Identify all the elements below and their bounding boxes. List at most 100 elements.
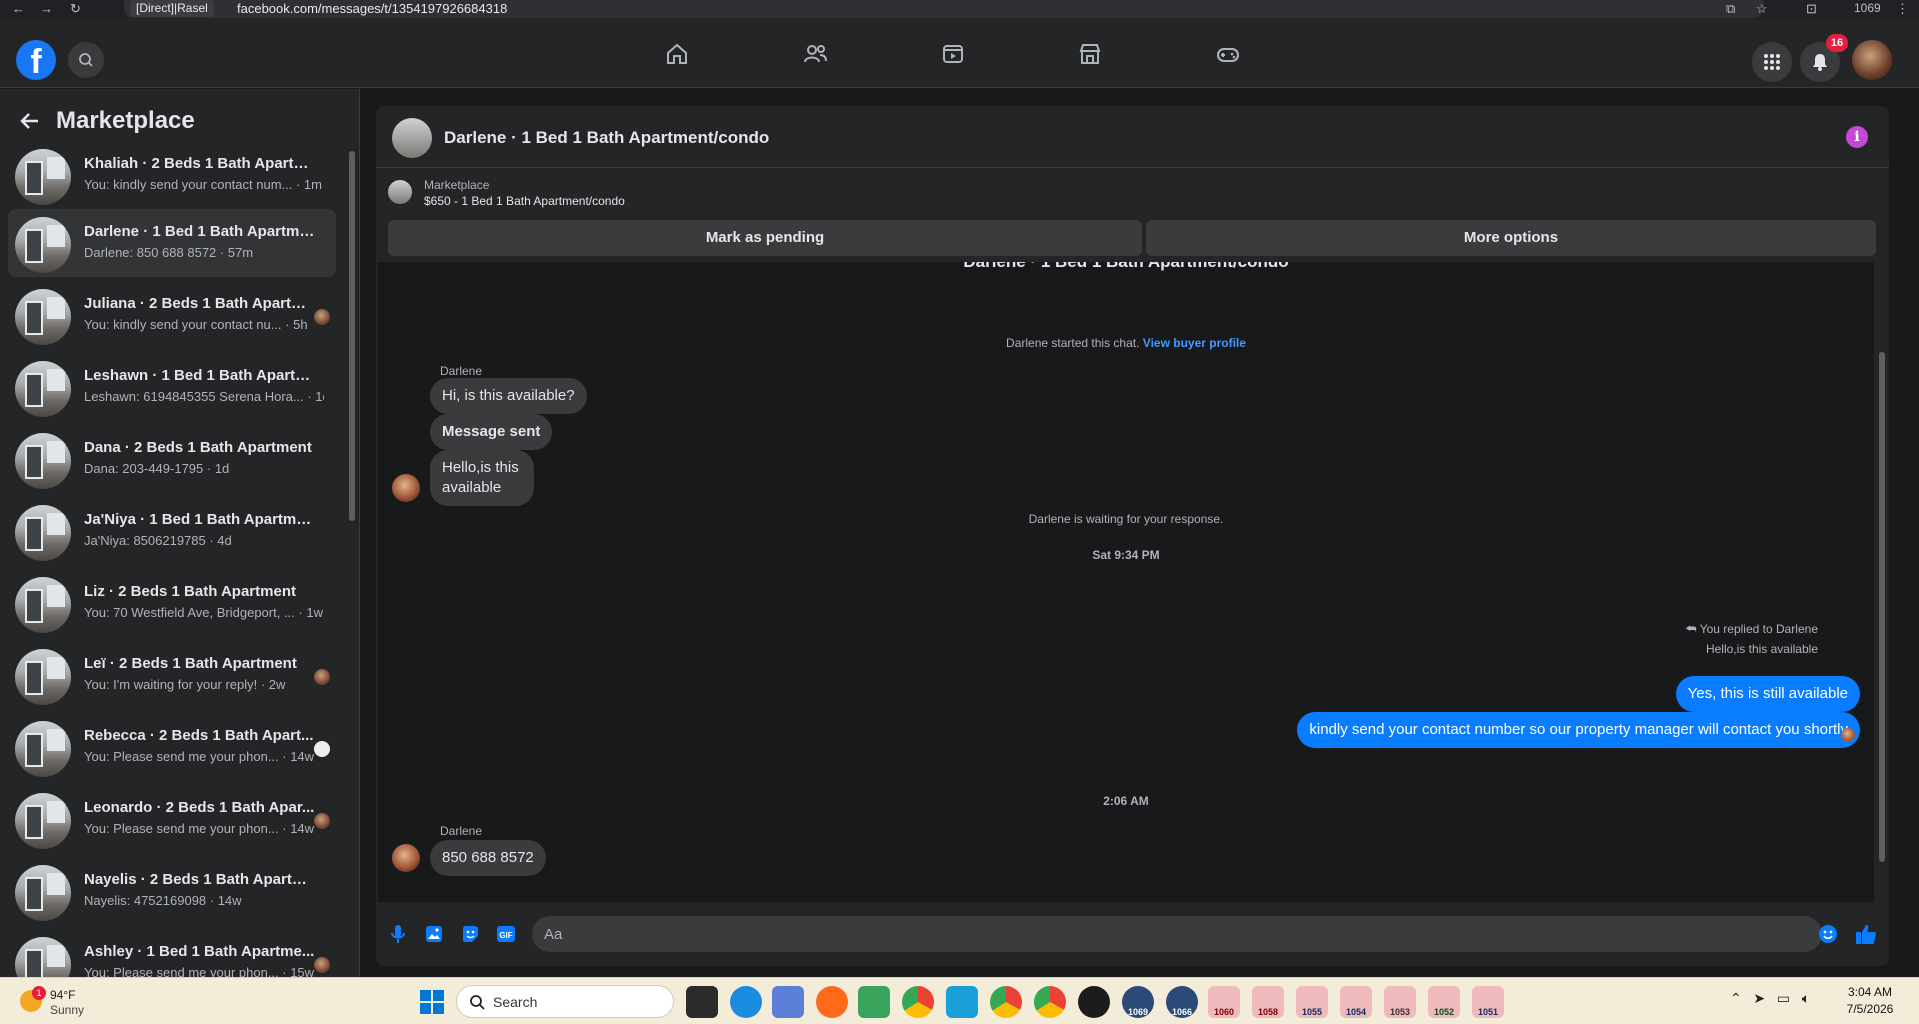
start-button[interactable]: [420, 990, 444, 1014]
conversation-item[interactable]: Ja'Niya · 1 Bed 1 Bath Apartment... Ja'N…: [8, 497, 336, 565]
browser-profile-icon[interactable]: 1052: [1428, 986, 1460, 1018]
profile-number: 1054: [1345, 1007, 1367, 1017]
incoming-message[interactable]: 850 688 8572: [430, 840, 546, 876]
search-button[interactable]: [68, 42, 104, 78]
conversation-item[interactable]: Dana · 2 Beds 1 Bath Apartment Dana: 203…: [8, 425, 336, 493]
nav-home[interactable]: [621, 30, 733, 78]
browser-profile-icon[interactable]: 1066: [1166, 986, 1198, 1018]
seen-avatar: [314, 813, 330, 829]
photo-icon[interactable]: [422, 922, 446, 946]
browser-profile-icon[interactable]: 1055: [1296, 986, 1328, 1018]
conversation-item[interactable]: Ashley · 1 Bed 1 Bath Apartme... You: Pl…: [8, 929, 336, 977]
app-icon[interactable]: [1078, 986, 1110, 1018]
nav-friends[interactable]: [759, 30, 871, 78]
app-icon[interactable]: [946, 986, 978, 1018]
incoming-message[interactable]: Hello,is this available: [430, 450, 534, 506]
sender-avatar[interactable]: [392, 844, 420, 872]
outgoing-message[interactable]: kindly send your contact number so our p…: [1297, 712, 1860, 748]
info-icon[interactable]: i: [1846, 126, 1868, 148]
nav-gaming[interactable]: [1172, 30, 1284, 78]
chat-title[interactable]: Darlene · 1 Bed 1 Bath Apartment/condo: [444, 128, 769, 148]
listing-thumbnail: [388, 180, 412, 204]
sidebar-scrollbar[interactable]: [347, 141, 357, 971]
conversation-item[interactable]: Nayelis · 2 Beds 1 Bath Apartment Nayeli…: [8, 857, 336, 925]
firefox-icon[interactable]: [816, 986, 848, 1018]
incoming-message[interactable]: Message sent: [430, 414, 553, 450]
forward-icon[interactable]: →: [40, 1, 53, 16]
browser-profile-icon[interactable]: 1058: [1252, 986, 1284, 1018]
taskbar-search[interactable]: Search: [456, 985, 674, 1018]
conversation-item[interactable]: Khaliah · 2 Beds 1 Bath Apartment You: k…: [8, 141, 336, 209]
chat-avatar[interactable]: [392, 118, 432, 158]
tab-search-icon[interactable]: ⊡: [1806, 1, 1817, 17]
back-arrow-icon[interactable]: [16, 107, 44, 135]
incoming-message[interactable]: Hi, is this available?: [430, 378, 587, 414]
marketplace-icon: [1079, 44, 1101, 64]
scrollbar-thumb[interactable]: [1879, 352, 1885, 862]
nav-video[interactable]: [897, 30, 1009, 78]
account-avatar[interactable]: [1852, 40, 1892, 80]
browser-profile-icon[interactable]: 1060: [1208, 986, 1240, 1018]
message-input[interactable]: [532, 916, 1822, 952]
bookmark-star-icon[interactable]: ☆: [1756, 1, 1768, 17]
reload-icon[interactable]: ↻: [70, 1, 81, 17]
mark-as-pending-button[interactable]: Mark as pending: [388, 220, 1142, 256]
seen-avatar: [314, 309, 330, 325]
microphone-icon[interactable]: [386, 922, 410, 946]
system-tray[interactable]: ⌃ ➤ ▭ 🔈︎: [1730, 990, 1810, 1007]
outgoing-message[interactable]: Yes, this is still available: [1675, 676, 1860, 712]
conversation-item[interactable]: Liz · 2 Beds 1 Bath Apartment You: 70 We…: [8, 569, 336, 637]
chevron-up-icon[interactable]: ⌃: [1730, 990, 1742, 1006]
sticker-icon[interactable]: [458, 922, 482, 946]
conversation-item-active[interactable]: Darlene · 1 Bed 1 Bath Apartmen... Darle…: [8, 209, 336, 277]
browser-profile-icon[interactable]: 1051: [1472, 986, 1504, 1018]
chat-started-notice: Darlene started this chat. View buyer pr…: [378, 336, 1874, 350]
system-clock[interactable]: 3:04 AM 7/5/2026: [1830, 984, 1910, 1018]
conversation-item[interactable]: Rebecca · 2 Beds 1 Bath Apart... You: Pl…: [8, 713, 336, 781]
chrome-profile-icon[interactable]: [990, 986, 1022, 1018]
nav-marketplace[interactable]: [1034, 30, 1146, 78]
conversation-item[interactable]: Leshawn · 1 Bed 1 Bath Apartme... Leshaw…: [8, 353, 336, 421]
thread-title: Darlene · 1 Bed 1 Bath Apartment/condo: [378, 262, 1874, 272]
extension-counter[interactable]: 1069: [1854, 1, 1881, 15]
task-view-icon[interactable]: [686, 986, 718, 1018]
notepad-icon[interactable]: [858, 986, 890, 1018]
edge-icon[interactable]: [730, 986, 762, 1018]
view-buyer-profile-link[interactable]: View buyer profile: [1143, 336, 1246, 350]
listing-thumbnail: [15, 149, 71, 205]
back-icon[interactable]: ←: [12, 1, 25, 16]
menu-button[interactable]: [1752, 42, 1792, 82]
menu-kebab-icon[interactable]: ⋮: [1896, 1, 1909, 17]
gif-icon[interactable]: GIF: [494, 922, 518, 946]
browser-profile-icon[interactable]: 1069: [1122, 986, 1154, 1018]
scrollbar-thumb[interactable]: [349, 151, 355, 521]
facebook-logo-icon[interactable]: f: [16, 40, 56, 80]
conversation-item[interactable]: Leï · 2 Beds 1 Bath Apartment You: I'm w…: [8, 641, 336, 709]
network-icon[interactable]: ▭: [1777, 990, 1790, 1006]
reply-quote[interactable]: Hello,is this available: [1698, 642, 1818, 656]
chrome-icon[interactable]: [1034, 986, 1066, 1018]
listing-thumbnail: [15, 289, 71, 345]
more-options-button[interactable]: More options: [1146, 220, 1876, 256]
url-text[interactable]: facebook.com/messages/t/1354197926684318: [237, 1, 507, 16]
thumbs-up-icon[interactable]: [1854, 922, 1878, 946]
snipping-tool-icon[interactable]: [772, 986, 804, 1018]
sender-avatar[interactable]: [392, 474, 420, 502]
install-icon[interactable]: ⧉: [1726, 1, 1735, 17]
thread-scrollbar[interactable]: [1876, 262, 1888, 902]
listing-bar[interactable]: Marketplace $650 - 1 Bed 1 Bath Apartmen…: [376, 168, 1889, 216]
conversation-item[interactable]: Leonardo · 2 Beds 1 Bath Apar... You: Pl…: [8, 785, 336, 853]
conversation-item[interactable]: Juliana · 2 Beds 1 Bath Apartm... You: k…: [8, 281, 336, 349]
location-icon[interactable]: ➤: [1753, 990, 1765, 1006]
speaker-icon[interactable]: 🔈︎: [1802, 990, 1810, 1006]
listing-thumbnail: [15, 577, 71, 633]
emoji-icon[interactable]: [1816, 922, 1840, 946]
browser-profile-icon[interactable]: 1053: [1384, 986, 1416, 1018]
replied-note-text: You replied to Darlene: [1699, 622, 1818, 636]
replied-note: ⮪ You replied to Darlene: [1685, 622, 1818, 637]
browser-profile-icon[interactable]: 1054: [1340, 986, 1372, 1018]
conversation-preview: Darlene: 850 688 8572 · 57m: [84, 245, 254, 260]
chrome-icon[interactable]: [902, 986, 934, 1018]
profile-chip[interactable]: [Direct]|Rasel: [130, 0, 214, 17]
video-icon: [943, 45, 963, 63]
